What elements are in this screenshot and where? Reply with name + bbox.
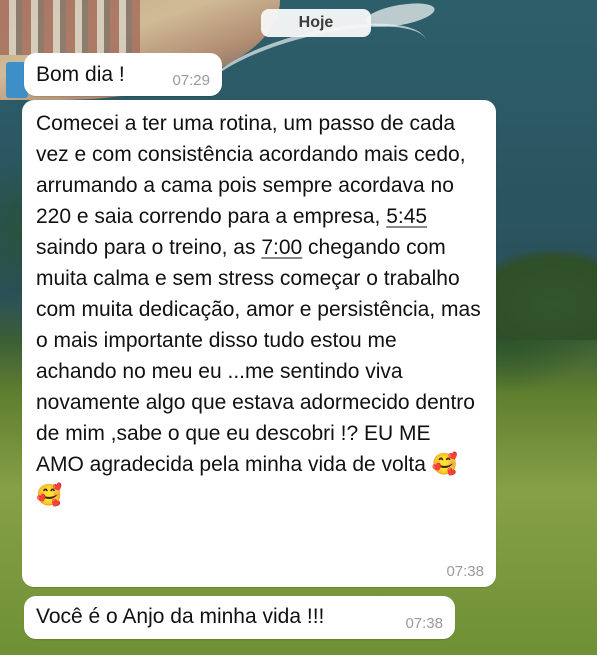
time-link[interactable]: 5:45 (386, 205, 427, 228)
date-divider: Hoje (261, 9, 371, 37)
message-bubble[interactable]: Bom dia ! 07:29 (24, 53, 222, 96)
wallpaper-buildings (0, 0, 140, 55)
time-link[interactable]: 7:00 (261, 236, 302, 259)
message-timestamp: 07:38 (405, 615, 443, 632)
message-bubble[interactable]: Você é o Anjo da minha vida !!! 07:38 (24, 596, 455, 639)
message-bubble[interactable]: Comecei a ter uma rotina, um passo de ca… (22, 100, 496, 587)
message-text: Você é o Anjo da minha vida !!! (36, 605, 325, 628)
message-timestamp: 07:29 (172, 72, 210, 89)
message-text: Comecei a ter uma rotina, um passo de ca… (36, 112, 481, 507)
message-text: Bom dia ! (36, 63, 125, 86)
message-timestamp: 07:38 (446, 563, 484, 580)
